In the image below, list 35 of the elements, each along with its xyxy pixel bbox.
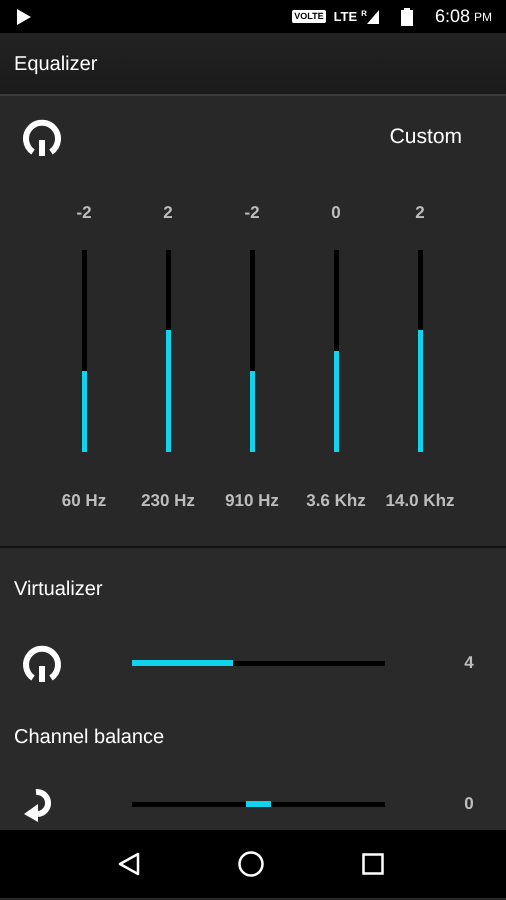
back-icon[interactable] <box>118 852 140 876</box>
recents-icon[interactable] <box>362 853 384 875</box>
clock-period: PM <box>474 8 492 26</box>
band-frequency-label: 14.0 Khz <box>386 490 454 512</box>
home-icon[interactable] <box>238 851 264 877</box>
effect-title: Channel balance <box>13 725 166 750</box>
band-slider[interactable] <box>166 250 170 452</box>
band-gain-value: 2 <box>163 202 173 224</box>
signal-icon <box>366 10 379 24</box>
battery-icon <box>400 8 413 26</box>
effect-value: 4 <box>463 652 475 674</box>
band-gain-value: -2 <box>76 202 92 224</box>
band-frequency-label: 3.6 Khz <box>306 490 366 512</box>
play-icon <box>16 8 32 26</box>
clock-time: 6:08 <box>434 5 470 28</box>
network-type: LTE <box>334 10 358 23</box>
band-gain-value: 2 <box>415 202 425 224</box>
band-slider[interactable] <box>334 250 338 452</box>
roaming-indicator: R <box>361 8 367 20</box>
band-slider[interactable] <box>82 250 86 452</box>
band-frequency-label: 230 Hz <box>141 490 195 512</box>
effect-value: 0 <box>463 793 475 816</box>
network-badge: VOLTE <box>292 10 326 23</box>
effect-slider[interactable] <box>132 802 385 806</box>
slider-thumb[interactable] <box>246 801 271 807</box>
band-frequency-label: 910 Hz <box>225 490 279 512</box>
band-gain-value: 0 <box>331 202 341 224</box>
band-gain-value: -2 <box>244 202 260 224</box>
screen-title: Equalizer <box>14 52 98 76</box>
preset-name[interactable]: Custom <box>390 121 462 153</box>
band-frequency-label: 60 Hz <box>62 490 106 512</box>
band-slider[interactable] <box>418 250 422 452</box>
effect-title: Virtualizer <box>13 577 104 602</box>
band-slider[interactable] <box>250 250 254 452</box>
effect-slider[interactable] <box>132 660 385 666</box>
